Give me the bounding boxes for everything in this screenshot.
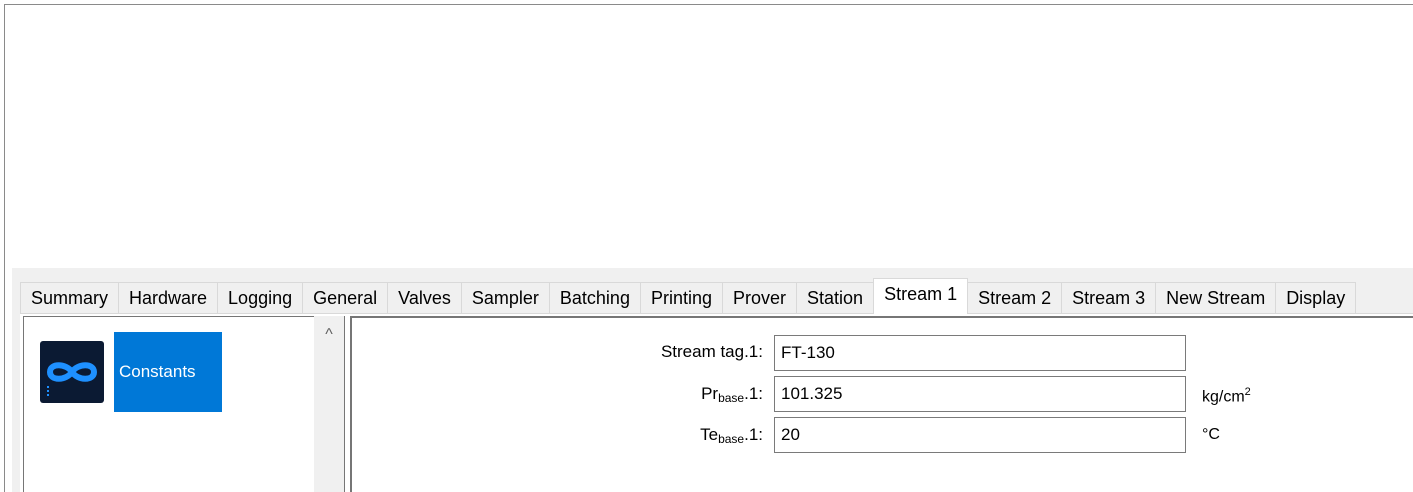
scroll-up-arrow-icon[interactable]: ^: [314, 326, 344, 344]
pr-base-unit: kg/cm2: [1202, 386, 1251, 406]
pr-base-input[interactable]: 101.325: [774, 376, 1186, 412]
tab-strip: Summary Hardware Logging General Valves …: [20, 278, 1357, 314]
tab-printing[interactable]: Printing: [639, 282, 723, 314]
tab-new-stream[interactable]: New Stream: [1155, 282, 1277, 314]
tab-station[interactable]: Station: [796, 282, 875, 314]
stream-tag-label: Stream tag.1:: [660, 342, 763, 361]
vertical-scrollbar[interactable]: ^: [314, 316, 344, 492]
tab-stream-1[interactable]: Stream 1: [873, 278, 969, 314]
tab-stream-3[interactable]: Stream 3: [1061, 282, 1157, 314]
te-base-input[interactable]: 20: [774, 417, 1186, 453]
tab-hardware[interactable]: Hardware: [118, 282, 219, 314]
tab-logging[interactable]: Logging: [217, 282, 304, 314]
tab-sampler[interactable]: Sampler: [460, 282, 550, 314]
constants-tile[interactable]: Constants: [114, 332, 222, 412]
te-base-label: Tebase.1:: [700, 425, 763, 446]
tab-summary[interactable]: Summary: [20, 282, 120, 314]
stream-tag-input[interactable]: FT-130: [774, 335, 1186, 371]
pr-base-label: Prbase.1:: [701, 384, 763, 405]
infinity-logo-icon[interactable]: [40, 341, 104, 403]
te-base-unit: °C: [1202, 426, 1220, 443]
tab-prover[interactable]: Prover: [722, 282, 798, 314]
tab-display[interactable]: Display: [1275, 282, 1357, 314]
tab-stream-2[interactable]: Stream 2: [967, 282, 1063, 314]
tab-batching[interactable]: Batching: [548, 282, 641, 314]
tab-valves[interactable]: Valves: [387, 282, 462, 314]
tab-general[interactable]: General: [302, 282, 389, 314]
